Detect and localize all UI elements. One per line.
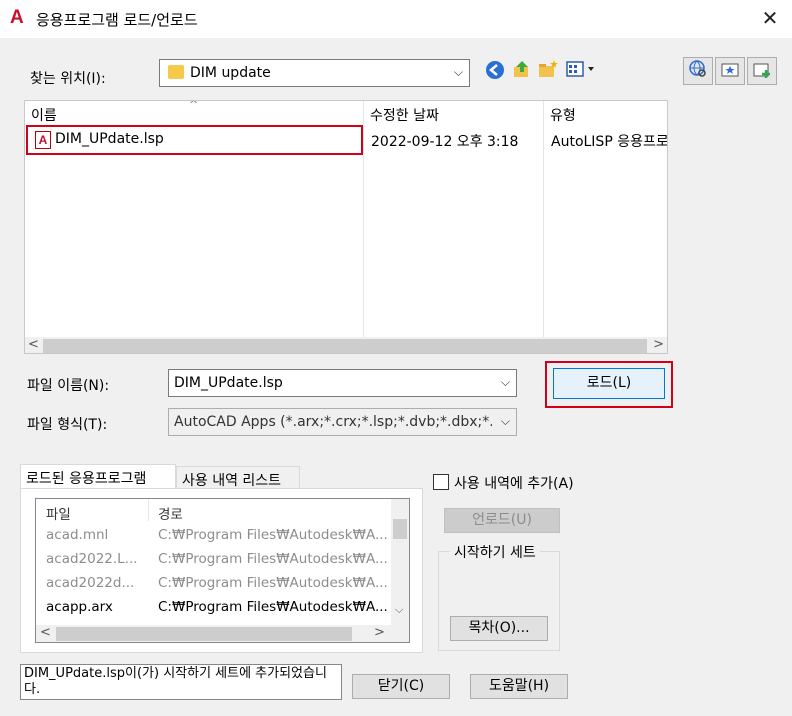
file-modified: 2022-09-12 오후 3:18	[371, 134, 519, 150]
column-header-name[interactable]: 이름	[25, 101, 364, 127]
tab-loaded-apps[interactable]: 로드된 응용프로그램	[20, 464, 176, 490]
list-item-path: C:₩Program Files₩Autodesk₩A...	[158, 551, 388, 567]
new-folder-icon[interactable]	[535, 58, 561, 84]
lookin-combo[interactable]: DIM update ⌵	[159, 59, 470, 87]
scroll-right-icon[interactable]: >	[653, 337, 664, 352]
list-item[interactable]: acad.mnl C:₩Program Files₩Autodesk₩A...	[36, 523, 392, 547]
scroll-left-icon[interactable]: <	[40, 625, 51, 640]
list-item-path: C:₩Program Files₩Autodesk₩A...	[158, 599, 388, 615]
list-item-file: acad.mnl	[46, 527, 109, 543]
column-header-file[interactable]: 파일	[46, 503, 150, 523]
help-button[interactable]: 도움말(H)	[470, 674, 568, 699]
column-header-path[interactable]: 경로	[158, 503, 390, 523]
list-item[interactable]: acad2022d... C:₩Program Files₩Autodesk₩A…	[36, 571, 392, 595]
tab-history-list[interactable]: 사용 내역 리스트	[176, 466, 300, 490]
scroll-down-icon[interactable]: ⌵	[395, 603, 403, 617]
list-item-path: C:₩Program Files₩Autodesk₩A...	[158, 527, 388, 543]
scroll-thumb[interactable]	[393, 519, 407, 539]
column-header-modified[interactable]: 수정한 날짜	[364, 101, 544, 127]
scroll-right-icon[interactable]: >	[374, 625, 385, 640]
scroll-left-icon[interactable]: <	[28, 337, 39, 352]
list-item-path: C:₩Program Files₩Autodesk₩A...	[158, 575, 388, 591]
favorites-icon[interactable]	[715, 57, 745, 85]
horizontal-scrollbar[interactable]: < >	[25, 337, 667, 353]
chevron-down-icon: ⌵	[500, 414, 510, 428]
back-icon[interactable]	[482, 59, 508, 85]
filetype-value: AutoCAD Apps (*.arx;*.crx;*.lsp;*.dvb;*.…	[174, 414, 492, 430]
filetype-combo[interactable]: AutoCAD Apps (*.arx;*.crx;*.lsp;*.dvb;*.…	[168, 408, 517, 436]
list-item[interactable]: acapp.arx C:₩Program Files₩Autodesk₩A...	[36, 595, 392, 619]
filetype-label: 파일 형식(T):	[27, 417, 108, 433]
load-button[interactable]: 로드(L)	[553, 368, 665, 399]
views-menu-icon[interactable]	[563, 58, 599, 84]
column-divider	[148, 499, 149, 521]
close-button[interactable]: 닫기(C)	[352, 674, 450, 699]
add-history-checkbox[interactable]	[433, 474, 449, 490]
status-message: DIM_UPdate.lsp이(가) 시작하기 세트에 추가되었습니다.	[20, 664, 342, 700]
lookin-value: DIM update	[190, 65, 271, 81]
up-folder-icon[interactable]	[509, 58, 535, 84]
folder-icon	[168, 65, 184, 79]
close-icon[interactable]: ✕	[755, 4, 785, 32]
file-type: AutoLISP 응용프로그램	[551, 134, 668, 150]
chevron-down-icon: ⌵	[453, 65, 463, 79]
file-row[interactable]: A DIM_UPdate.lsp 2022-09-12 오후 3:18 Auto…	[25, 125, 668, 155]
unload-button[interactable]: 언로드(U)	[444, 508, 560, 533]
lisp-file-icon: A	[35, 131, 51, 149]
filename-value: DIM_UPdate.lsp	[174, 375, 283, 391]
add-to-favorites-icon[interactable]	[747, 57, 777, 85]
list-item[interactable]: acad2022.L... C:₩Program Files₩Autodesk₩…	[36, 547, 392, 571]
file-name: DIM_UPdate.lsp	[55, 131, 164, 147]
lookin-label: 찾는 위치(I):	[30, 71, 106, 87]
contents-button[interactable]: 목차(O)...	[450, 616, 548, 641]
filename-combo[interactable]: DIM_UPdate.lsp ⌵	[168, 369, 517, 397]
filename-label: 파일 이름(N):	[27, 378, 110, 394]
search-web-icon[interactable]	[683, 57, 713, 85]
list-header: 파일 경로	[36, 499, 392, 523]
loaded-apps-list[interactable]: 파일 경로 acad.mnl C:₩Program Files₩Autodesk…	[35, 498, 410, 643]
vertical-scrollbar[interactable]: ⌵	[391, 499, 409, 625]
scroll-thumb[interactable]	[56, 627, 352, 641]
list-item-file: acapp.arx	[46, 599, 113, 615]
scroll-thumb[interactable]	[43, 339, 647, 353]
autocad-a-icon: A	[10, 7, 24, 28]
horizontal-scrollbar[interactable]: < >	[36, 625, 409, 642]
list-item-file: acad2022.L...	[46, 551, 138, 567]
chevron-down-icon: ⌵	[500, 375, 510, 389]
window-title: 응용프로그램 로드/언로드	[36, 11, 198, 29]
file-list[interactable]: ^ 이름 수정한 날짜 유형 A DIM_UPdate.lsp 2022-09-…	[24, 100, 668, 354]
list-item-file: acad2022d...	[46, 575, 135, 591]
column-header-type[interactable]: 유형	[544, 101, 667, 127]
startup-suite-label: 시작하기 세트	[450, 542, 540, 562]
add-history-label: 사용 내역에 추가(A)	[454, 476, 574, 492]
